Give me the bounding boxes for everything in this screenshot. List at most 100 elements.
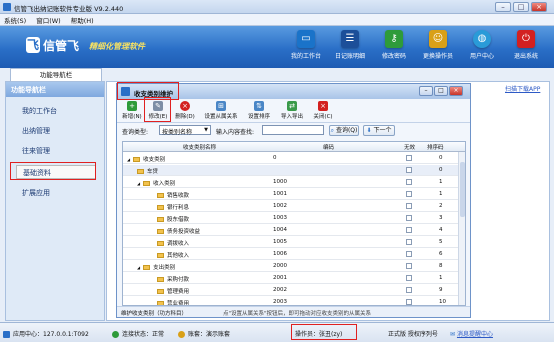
invalid-checkbox[interactable] [406,227,412,233]
toolbar-exit-button[interactable]: ⏻ 退出系统 [504,30,548,66]
invalid-checkbox[interactable] [406,167,412,173]
category-name-text: 支出类别 [153,265,176,271]
query-button[interactable]: ⌕ 查询(Q) [329,125,359,136]
minimize-button[interactable]: – [495,2,511,12]
folder-icon [157,253,164,258]
toolbar-user-center-button[interactable]: ◍ 用户中心 [460,30,504,66]
menu-help[interactable]: 帮助(H) [71,15,94,25]
table-row[interactable]: 银行利息 1002 2 [123,201,465,212]
menu-system[interactable]: 系统(S) [4,15,26,25]
tree-expand-icon[interactable]: ◢ [137,265,140,270]
sidebar-item-workbench[interactable]: 我的工作台 [22,104,92,118]
toolbar-switch-operator-button[interactable]: ☺ 更换操作员 [416,30,460,66]
category-name-text: 调拨收入 [167,241,190,247]
import-export-button[interactable]: ⇄ 导入导出 [277,101,307,120]
category-name-cell: 其他收入 [157,251,189,259]
edition-status: 正式版 授权序列号 [388,331,438,338]
next-button[interactable]: ⬇ 下一个 [363,125,395,136]
maximize-button[interactable]: □ [513,2,529,12]
invalid-checkbox[interactable] [406,287,412,293]
add-button[interactable]: + 新增(N) [121,101,143,120]
table-row[interactable]: 采购付款 2001 1 [123,273,465,284]
download-app-link[interactable]: 扫描下载APP [505,84,540,93]
category-code-cell: 2002 [273,287,287,293]
category-name-cell: ◢ 收支类别 [127,155,165,163]
table-row[interactable]: 其他收入 1006 6 [123,249,465,260]
account-status: 账套：演示账套 [178,329,230,338]
search-type-select[interactable]: 按类别名称 ▼ [159,125,211,136]
invalid-checkbox[interactable] [406,275,412,281]
category-code-cell: 2003 [273,299,287,305]
table-row[interactable]: 销售收款 1001 1 [123,189,465,200]
set-relation-button[interactable]: ⊞ 设置从属关系 [201,101,241,120]
next-label: 下一个 [373,127,392,134]
invalid-checkbox[interactable] [406,179,412,185]
dialog-close-x-button[interactable]: × [449,86,463,96]
search-type-value: 按类别名称 [162,129,193,136]
invalid-checkbox[interactable] [406,263,412,269]
col-code-header[interactable]: 编码 [323,143,334,151]
desktop-icon: ▭ [297,30,315,48]
close-window-button[interactable]: × [531,2,547,12]
tree-expand-icon[interactable]: ◢ [127,157,130,162]
sidebar-item-cashier[interactable]: 出纳管理 [22,124,92,138]
add-icon: + [127,101,137,111]
invalid-checkbox[interactable] [406,215,412,221]
dialog-maximize-button[interactable]: □ [434,86,448,96]
close-button[interactable]: × 关闭(C) [311,101,335,120]
tree-expand-icon[interactable]: ◢ [137,181,140,186]
table-row[interactable]: ◢ 收支类别 0 0 [123,153,465,164]
sort-code-cell: 1 [439,179,443,185]
vertical-scrollbar[interactable] [458,152,465,305]
key-user-icon: ⚷ [385,30,403,48]
toolbar-ledger-button[interactable]: ☰ 日记账明细 [328,30,372,66]
search-row: 查询类型: 按类别名称 ▼ 输入内容查找: ⌕ 查询(Q) ⬇ 下一个 [117,124,470,138]
category-name-cell: 调拨收入 [157,239,189,247]
search-input[interactable] [262,125,324,135]
set-sort-label: 设置排序 [247,114,270,120]
sort-code-cell: 0 [439,167,443,173]
table-row[interactable]: 调拨收入 1005 5 [123,237,465,248]
toolbar-workbench-button[interactable]: ▭ 我的工作台 [284,30,328,66]
table-row[interactable]: 债务投资收益 1004 4 [123,225,465,236]
folder-icon [143,265,151,270]
table-row[interactable]: 营业费用 2003 10 [123,297,465,305]
invalid-checkbox[interactable] [406,155,412,161]
logo-text: 信管飞 [43,39,80,53]
table-row[interactable]: 车贷 0 [123,165,465,176]
col-name-header[interactable]: 收支类别名称 [183,143,216,151]
power-icon: ⏻ [517,30,535,48]
switch-user-icon: ☺ [429,30,447,48]
col-invalid-header[interactable]: 无效 [404,143,415,151]
category-name-text: 收支类别 [143,157,166,163]
table-row[interactable]: ◢ 支出类别 2000 8 [123,261,465,272]
invalid-checkbox[interactable] [406,299,412,305]
invalid-checkbox[interactable] [406,239,412,245]
category-name-text: 收入类别 [153,181,176,187]
col-sort-header[interactable]: 排序码 [427,143,444,151]
category-tree-grid[interactable]: 收支类别名称 编码 无效 排序码 ◢ 收支类别 0 0 车贷 0 ◢ 收入类别 1000 1 销售收… [122,141,466,306]
tab-function-nav[interactable]: 功能导航栏 [10,68,102,81]
sidebar-item-extensions[interactable]: 扩展应用 [22,186,92,200]
menu-window[interactable]: 窗口(W) [36,15,61,25]
import-export-icon: ⇄ [287,101,297,111]
invalid-checkbox[interactable] [406,251,412,257]
connection-status: 连接状态：正常 [112,329,164,338]
invalid-checkbox[interactable] [406,203,412,209]
delete-button[interactable]: × 删除(D) [173,101,197,120]
category-code-cell: 1006 [273,251,287,257]
category-name-text: 银行利息 [167,205,190,211]
dialog-minimize-button[interactable]: – [419,86,433,96]
toolbar-password-button[interactable]: ⚷ 修改密码 [372,30,416,66]
message-center-link[interactable]: ✉ 消息提醒中心 [450,329,493,338]
table-row[interactable]: ◢ 收入类别 1000 1 [123,177,465,188]
table-row[interactable]: 股东借款 1003 3 [123,213,465,224]
invalid-checkbox[interactable] [406,191,412,197]
table-row[interactable]: 管理费用 2002 9 [123,285,465,296]
category-name-cell: 股东借款 [157,215,189,223]
dialog-status-left: 维护收支类别（功方科目） [121,311,188,317]
scrollbar-thumb[interactable] [460,162,465,217]
set-sort-button[interactable]: ⇅ 设置排序 [245,101,273,120]
sidebar-item-accounts[interactable]: 往来管理 [22,144,92,158]
folder-icon [143,181,151,186]
